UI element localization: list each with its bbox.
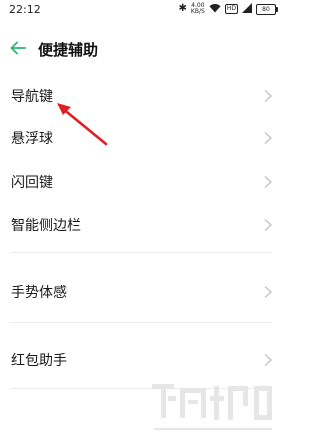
bluetooth-icon: ✱ bbox=[178, 3, 187, 14]
chevron-right-icon bbox=[264, 285, 273, 299]
network-speed-unit: KB/S bbox=[190, 8, 205, 15]
section-divider bbox=[10, 252, 272, 253]
menu-item-label: 手势体感 bbox=[11, 285, 67, 301]
chevron-right-icon bbox=[264, 353, 273, 367]
hd-icon: HD bbox=[224, 4, 238, 14]
wifi-icon bbox=[209, 3, 221, 16]
menu-item-floating-ball[interactable]: 悬浮球 bbox=[0, 118, 282, 158]
header: 便捷辅助 bbox=[0, 30, 282, 66]
section-divider bbox=[10, 322, 272, 323]
signal-icon bbox=[242, 2, 252, 16]
menu-item-flashback-key[interactable]: 闪回键 bbox=[0, 162, 282, 202]
back-button[interactable] bbox=[8, 38, 28, 58]
page-title: 便捷辅助 bbox=[38, 41, 99, 59]
arrow-left-icon bbox=[10, 41, 26, 55]
menu-item-label: 悬浮球 bbox=[11, 131, 53, 147]
status-icons: ✱ 4.00 KB/S HD 80 bbox=[178, 2, 278, 16]
chevron-right-icon bbox=[264, 175, 273, 189]
menu-item-smart-sidebar[interactable]: 智能侧边栏 bbox=[0, 205, 282, 245]
watermark-logo bbox=[152, 384, 272, 430]
chevron-right-icon bbox=[264, 89, 273, 103]
annotation-arrow-icon bbox=[57, 103, 108, 146]
status-bar: 22:12 ✱ 4.00 KB/S HD 80 bbox=[0, 0, 282, 20]
chevron-right-icon bbox=[264, 131, 273, 145]
menu-item-label: 智能侧边栏 bbox=[11, 218, 81, 234]
status-time: 22:12 bbox=[9, 3, 41, 16]
chevron-right-icon bbox=[264, 218, 273, 232]
menu-item-label: 导航键 bbox=[11, 89, 53, 105]
menu-item-red-envelope-assistant[interactable]: 红包助手 bbox=[0, 340, 282, 380]
network-speed: 4.00 KB/S bbox=[191, 3, 205, 15]
battery-icon: 80 bbox=[256, 3, 278, 15]
menu-item-label: 闪回键 bbox=[11, 175, 53, 191]
menu-item-label: 红包助手 bbox=[11, 353, 67, 369]
menu-item-navigation-keys[interactable]: 导航键 bbox=[0, 76, 282, 116]
menu-item-gestures[interactable]: 手势体感 bbox=[0, 272, 282, 312]
